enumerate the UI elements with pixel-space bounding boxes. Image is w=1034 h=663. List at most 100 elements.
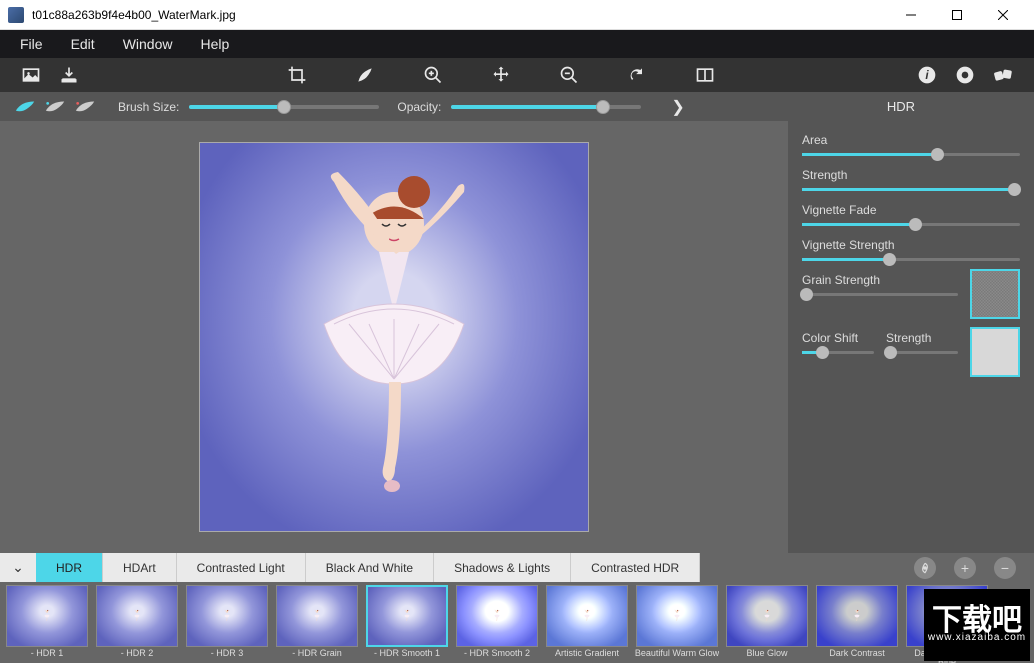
side-panel: Area Strength Vignette Fade Vignette Str… xyxy=(788,121,1034,553)
minimize-button[interactable] xyxy=(888,0,934,30)
open-image-icon[interactable] xyxy=(12,58,50,92)
vignette-fade-slider[interactable] xyxy=(802,223,1020,226)
strength-label: Strength xyxy=(802,168,1020,182)
canvas-artwork xyxy=(264,164,524,494)
info-icon[interactable]: i xyxy=(908,58,946,92)
vignette-strength-slider[interactable] xyxy=(802,258,1020,261)
grain-strength-slider[interactable] xyxy=(802,293,958,296)
watermark-overlay: 下载吧 www.xiazaiba.com xyxy=(924,589,1030,661)
brushbar: Brush Size: Opacity: ❯ HDR xyxy=(0,92,1034,121)
preset-thumb xyxy=(96,585,178,647)
preset-label: - HDR 2 xyxy=(121,649,154,663)
preset-thumb xyxy=(276,585,358,647)
category-tab-hdart[interactable]: HDArt xyxy=(103,553,177,582)
canvas-area[interactable] xyxy=(0,121,788,553)
window-title: t01c88a263b9f4e4b00_WaterMark.jpg xyxy=(32,8,888,22)
main-toolbar: i xyxy=(0,58,1034,92)
canvas-image xyxy=(199,142,589,532)
zoom-out-icon[interactable] xyxy=(550,58,588,92)
zoom-in-icon[interactable] xyxy=(414,58,452,92)
random-icon[interactable] xyxy=(984,58,1022,92)
brush-preset-2-icon[interactable] xyxy=(42,97,68,117)
preset-item[interactable]: Artistic Gradient xyxy=(544,585,630,663)
watermark-text: 下载吧 xyxy=(932,608,1022,634)
opacity-label: Opacity: xyxy=(397,100,441,114)
preset-item[interactable]: Blue Glow xyxy=(724,585,810,663)
slider-area: Area xyxy=(802,133,1020,156)
brush-preset-1-icon[interactable] xyxy=(12,97,38,117)
save-icon[interactable] xyxy=(50,58,88,92)
brush-size-label: Brush Size: xyxy=(118,100,179,114)
maximize-button[interactable] xyxy=(934,0,980,30)
add-preset-icon[interactable]: + xyxy=(954,557,976,579)
settings-icon[interactable] xyxy=(946,58,984,92)
redo-icon[interactable] xyxy=(618,58,656,92)
brush-icon[interactable] xyxy=(346,58,384,92)
preset-label: Artistic Gradient xyxy=(555,649,619,663)
texture-swatch[interactable] xyxy=(970,327,1020,377)
slider-vignette-fade: Vignette Fade xyxy=(802,203,1020,226)
color-shift-label: Color Shift xyxy=(802,331,874,345)
preset-label: Dark Contrast xyxy=(829,649,885,663)
preset-label: - HDR Smooth 1 xyxy=(374,649,440,663)
crop-icon[interactable] xyxy=(278,58,316,92)
preset-thumb xyxy=(816,585,898,647)
category-tab-hdr[interactable]: HDR xyxy=(36,553,103,582)
brush-size-slider[interactable] xyxy=(189,105,379,109)
grain-swatch[interactable] xyxy=(970,269,1020,319)
move-icon[interactable] xyxy=(482,58,520,92)
opacity-slider[interactable] xyxy=(451,105,641,109)
category-tab-black-and-white[interactable]: Black And White xyxy=(306,553,434,582)
preset-thumb xyxy=(186,585,268,647)
preset-label: Beautiful Warm Glow xyxy=(635,649,719,663)
preset-item[interactable]: - HDR Smooth 2 xyxy=(454,585,540,663)
category-tab-shadows-lights[interactable]: Shadows & Lights xyxy=(434,553,571,582)
preset-label: - HDR Grain xyxy=(292,649,342,663)
side-panel-title: HDR xyxy=(778,99,1024,114)
preset-item[interactable]: - HDR 2 xyxy=(94,585,180,663)
titlebar: t01c88a263b9f4e4b00_WaterMark.jpg xyxy=(0,0,1034,30)
preset-item[interactable]: - HDR Smooth 1 xyxy=(364,585,450,663)
preset-thumb xyxy=(726,585,808,647)
menu-file[interactable]: File xyxy=(6,32,57,56)
preset-label: - HDR Smooth 2 xyxy=(464,649,530,663)
slider-vignette-strength: Vignette Strength xyxy=(802,238,1020,261)
preset-label: - HDR 3 xyxy=(211,649,244,663)
area-slider[interactable] xyxy=(802,153,1020,156)
close-button[interactable] xyxy=(980,0,1026,30)
preset-thumb xyxy=(456,585,538,647)
preset-label: - HDR 1 xyxy=(31,649,64,663)
strength2-slider[interactable] xyxy=(886,351,958,354)
brush-preset-3-icon[interactable] xyxy=(72,97,98,117)
strength2-label: Strength xyxy=(886,331,958,345)
menubar: File Edit Window Help xyxy=(0,30,1034,58)
preset-item[interactable]: - HDR 3 xyxy=(184,585,270,663)
preset-item[interactable]: - HDR 1 xyxy=(4,585,90,663)
preset-thumb xyxy=(366,585,448,647)
preset-thumb xyxy=(546,585,628,647)
slider-strength: Strength xyxy=(802,168,1020,191)
preset-thumb xyxy=(636,585,718,647)
category-tab-contrasted-light[interactable]: Contrasted Light xyxy=(177,553,306,582)
compare-icon[interactable] xyxy=(686,58,724,92)
app-icon xyxy=(8,7,24,23)
chevron-down-icon[interactable]: ⌄ xyxy=(0,553,36,582)
menu-edit[interactable]: Edit xyxy=(57,32,109,56)
vignette-fade-label: Vignette Fade xyxy=(802,203,1020,217)
preset-item[interactable]: - HDR Grain xyxy=(274,585,360,663)
menu-help[interactable]: Help xyxy=(186,32,243,56)
strength-slider[interactable] xyxy=(802,188,1020,191)
preset-manager-icon[interactable] xyxy=(914,557,936,579)
color-shift-slider[interactable] xyxy=(802,351,874,354)
category-tab-contrasted-hdr[interactable]: Contrasted HDR xyxy=(571,553,700,582)
chevron-right-icon[interactable]: ❯ xyxy=(641,97,714,117)
remove-preset-icon[interactable]: − xyxy=(994,557,1016,579)
menu-window[interactable]: Window xyxy=(109,32,187,56)
preset-label: Blue Glow xyxy=(746,649,787,663)
preset-item[interactable]: Beautiful Warm Glow xyxy=(634,585,720,663)
category-tabs: ⌄ HDRHDArtContrasted LightBlack And Whit… xyxy=(0,553,1034,582)
preset-item[interactable]: Dark Contrast xyxy=(814,585,900,663)
watermark-sub: www.xiazaiba.com xyxy=(928,634,1026,643)
preset-strip: - HDR 1 - HDR 2 - HDR 3 - HDR Grain - HDR Sm… xyxy=(0,582,1034,663)
preset-thumb xyxy=(6,585,88,647)
